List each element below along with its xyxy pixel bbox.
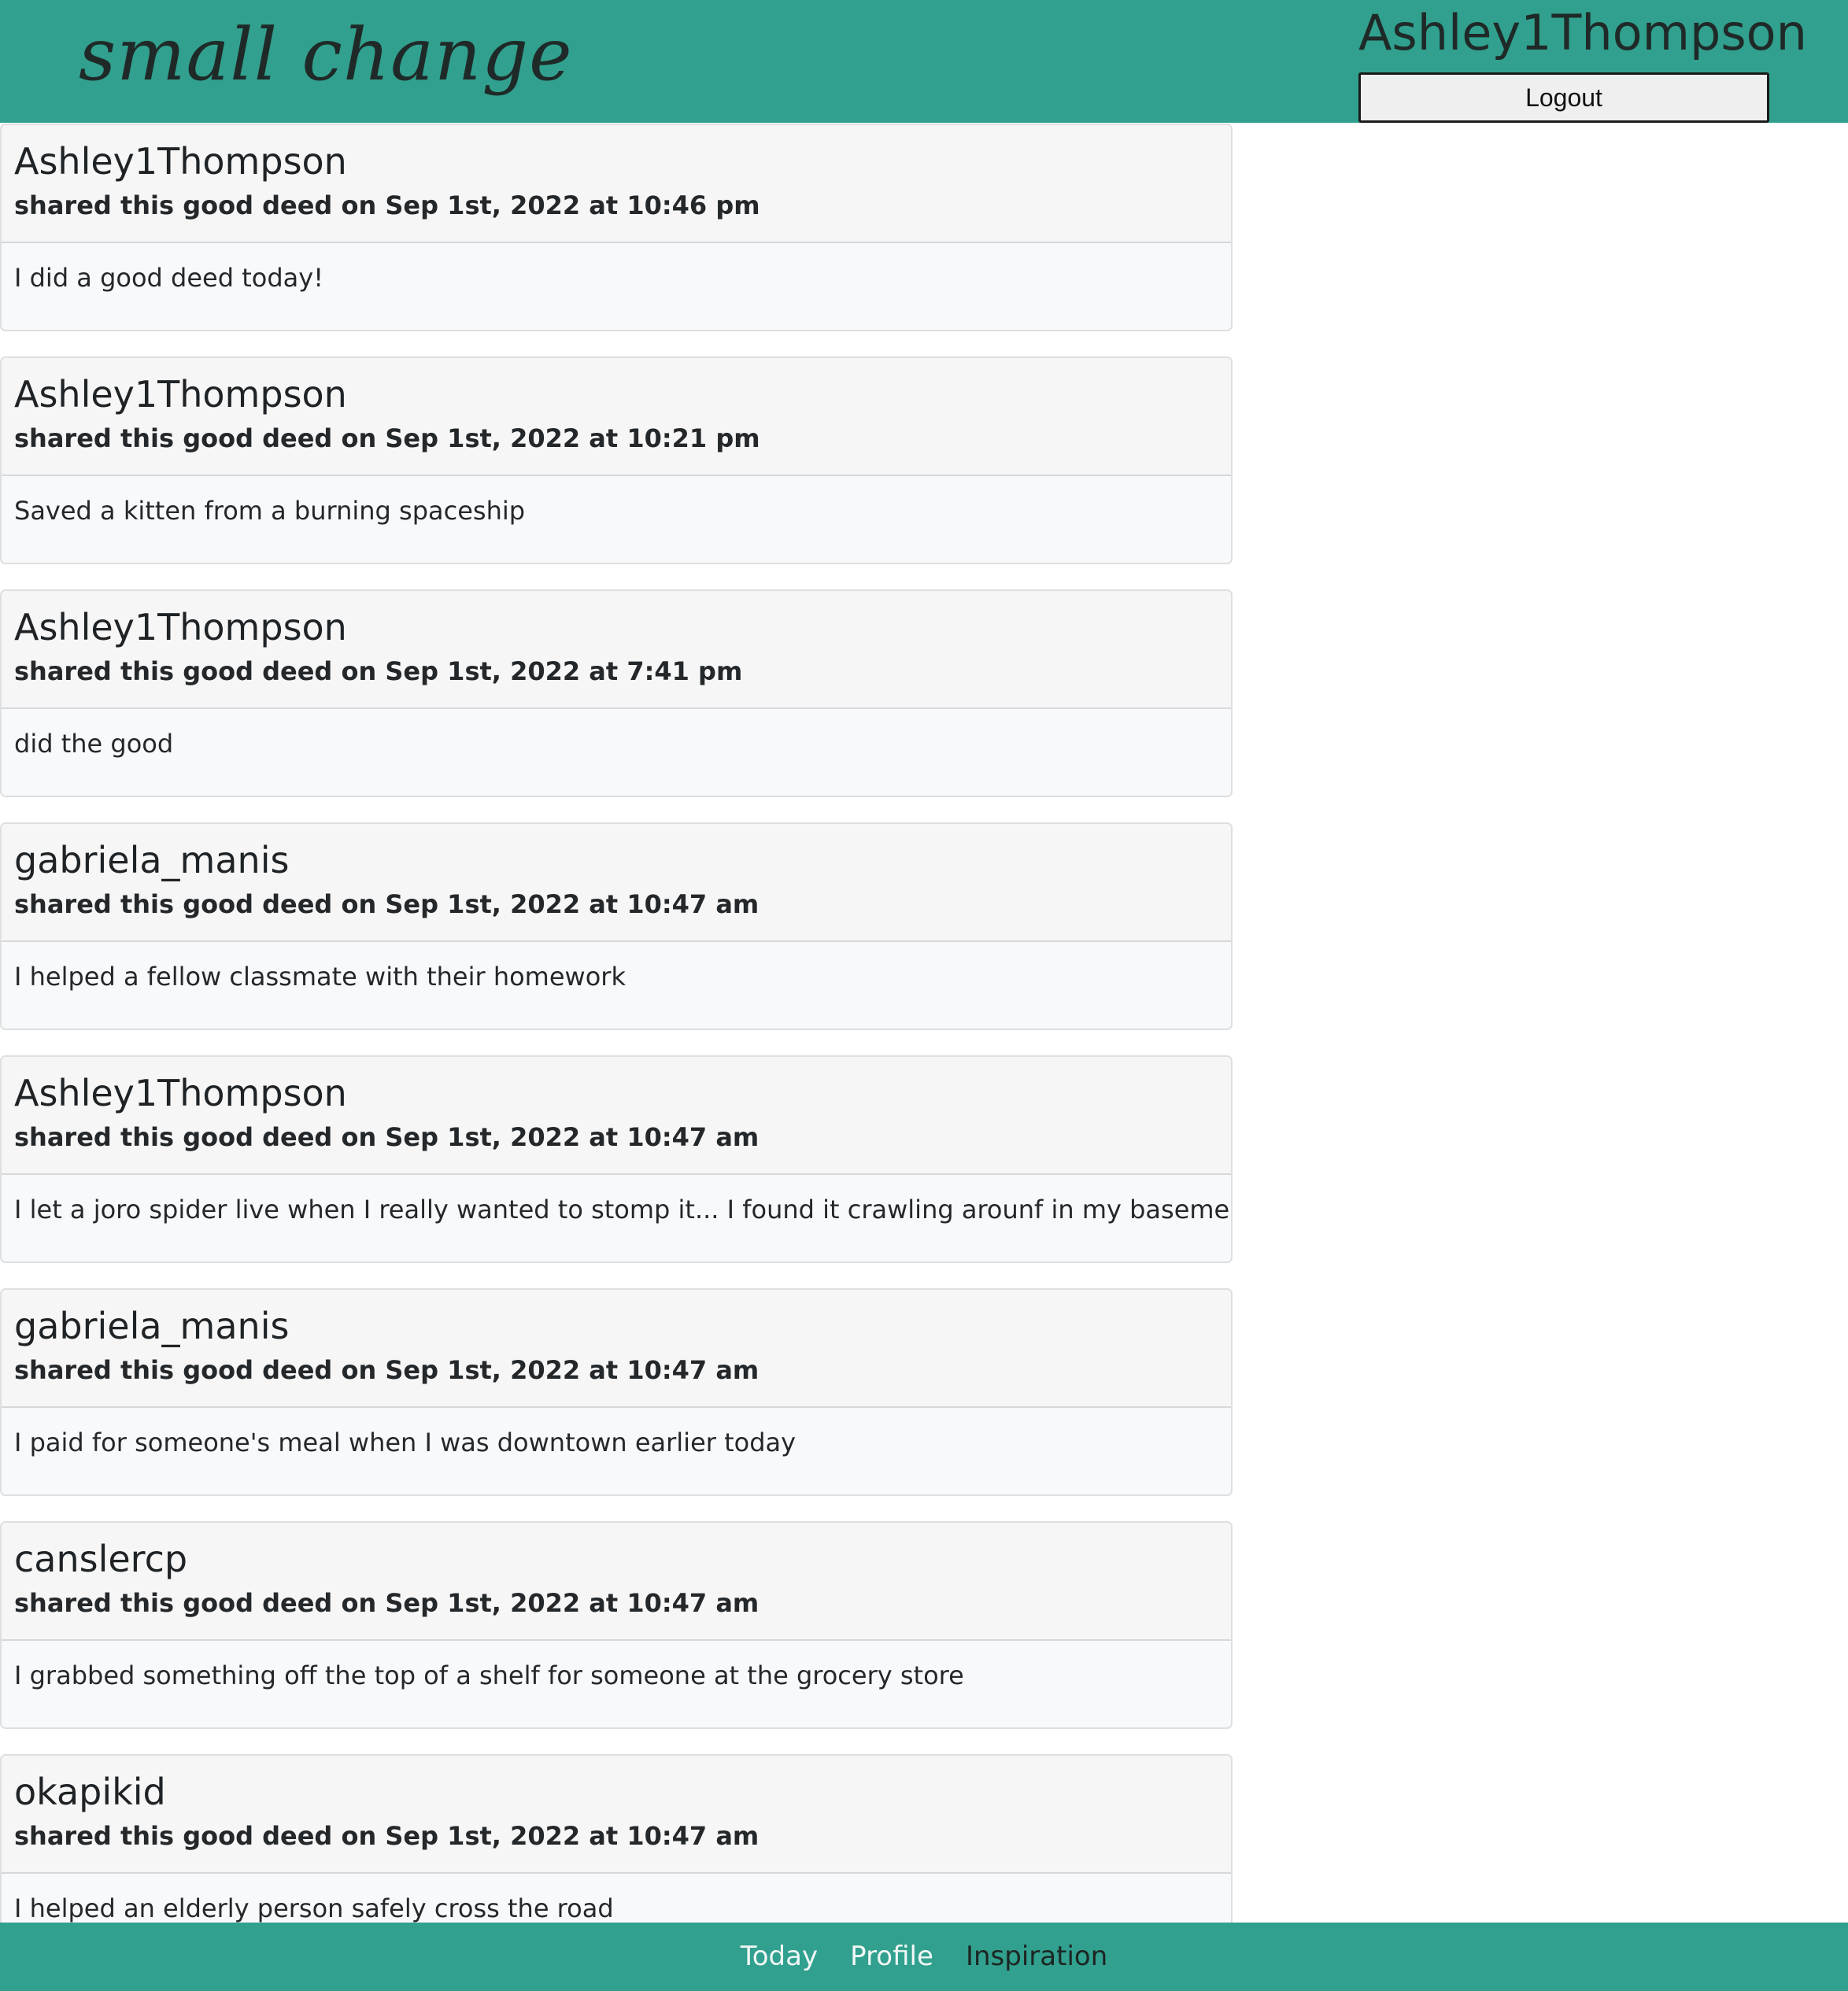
deed-text: I helped a fellow classmate with their h…	[14, 962, 626, 992]
deed-text: I paid for someone's meal when I was dow…	[14, 1428, 796, 1457]
brand-logo-text[interactable]: small change	[79, 6, 573, 104]
deed-timestamp: shared this good deed on Sep 1st, 2022 a…	[14, 656, 743, 686]
deed-text: I helped an elderly person safely cross …	[14, 1893, 614, 1923]
logout-button[interactable]: Logout	[1358, 72, 1769, 123]
deed-author: Ashley1Thompson	[14, 373, 347, 416]
deed-text: I did a good deed today!	[14, 263, 324, 293]
deed-author: okapikid	[14, 1771, 166, 1813]
deed-text: I grabbed something off the top of a she…	[14, 1660, 964, 1690]
user-panel: Ashley1Thompson Logout	[1358, 0, 1807, 123]
nav-link-profile[interactable]: Profile	[850, 1937, 933, 1976]
deed-card: Ashley1Thompson shared this good deed on…	[0, 124, 1233, 331]
deed-card: canslercp shared this good deed on Sep 1…	[0, 1521, 1233, 1729]
deed-card: gabriela_manis shared this good deed on …	[0, 822, 1233, 1030]
deed-timestamp: shared this good deed on Sep 1st, 2022 a…	[14, 423, 760, 453]
deed-timestamp: shared this good deed on Sep 1st, 2022 a…	[14, 1588, 760, 1618]
deed-timestamp: shared this good deed on Sep 1st, 2022 a…	[14, 1122, 760, 1152]
deed-author: gabriela_manis	[14, 839, 290, 881]
deed-author: Ashley1Thompson	[14, 606, 347, 648]
deed-card: Ashley1Thompson shared this good deed on…	[0, 589, 1233, 797]
deed-card: okapikid shared this good deed on Sep 1s…	[0, 1754, 1233, 1923]
deed-card-header: gabriela_manis shared this good deed on …	[2, 824, 1231, 942]
deed-card-header: Ashley1Thompson shared this good deed on…	[2, 1057, 1231, 1175]
deed-card-header: okapikid shared this good deed on Sep 1s…	[2, 1756, 1231, 1874]
footer-nav-bar: Today Profile Inspiration	[0, 1923, 1848, 1991]
deed-card: Ashley1Thompson shared this good deed on…	[0, 356, 1233, 564]
app-header: small change Ashley1Thompson Logout	[0, 0, 1848, 123]
deed-author: Ashley1Thompson	[14, 1072, 347, 1114]
deed-author: Ashley1Thompson	[14, 140, 347, 183]
deed-card-header: canslercp shared this good deed on Sep 1…	[2, 1523, 1231, 1641]
deed-timestamp: shared this good deed on Sep 1st, 2022 a…	[14, 889, 760, 919]
nav-link-inspiration[interactable]: Inspiration	[966, 1937, 1107, 1976]
deed-author: canslercp	[14, 1538, 188, 1580]
deed-timestamp: shared this good deed on Sep 1st, 2022 a…	[14, 1355, 760, 1385]
deed-author: gabriela_manis	[14, 1305, 290, 1347]
deed-text: I let a joro spider live when I really w…	[14, 1195, 1233, 1225]
nav-link-today[interactable]: Today	[741, 1937, 818, 1976]
deed-card: Ashley1Thompson shared this good deed on…	[0, 1055, 1233, 1263]
deed-card-header: gabriela_manis shared this good deed on …	[2, 1290, 1231, 1408]
deed-timestamp: shared this good deed on Sep 1st, 2022 a…	[14, 1821, 760, 1851]
deed-card-header: Ashley1Thompson shared this good deed on…	[2, 125, 1231, 243]
deed-timestamp: shared this good deed on Sep 1st, 2022 a…	[14, 190, 760, 220]
deed-card: gabriela_manis shared this good deed on …	[0, 1288, 1233, 1496]
deed-text: Saved a kitten from a burning spaceship	[14, 496, 526, 526]
footer-nav: Today Profile Inspiration	[726, 1937, 1122, 1976]
deed-feed[interactable]: Ashley1Thompson shared this good deed on…	[0, 124, 1233, 1923]
deed-card-header: Ashley1Thompson shared this good deed on…	[2, 358, 1231, 476]
deed-text: did the good	[14, 729, 174, 759]
current-username: Ashley1Thompson	[1358, 4, 1807, 61]
deed-card-header: Ashley1Thompson shared this good deed on…	[2, 591, 1231, 709]
